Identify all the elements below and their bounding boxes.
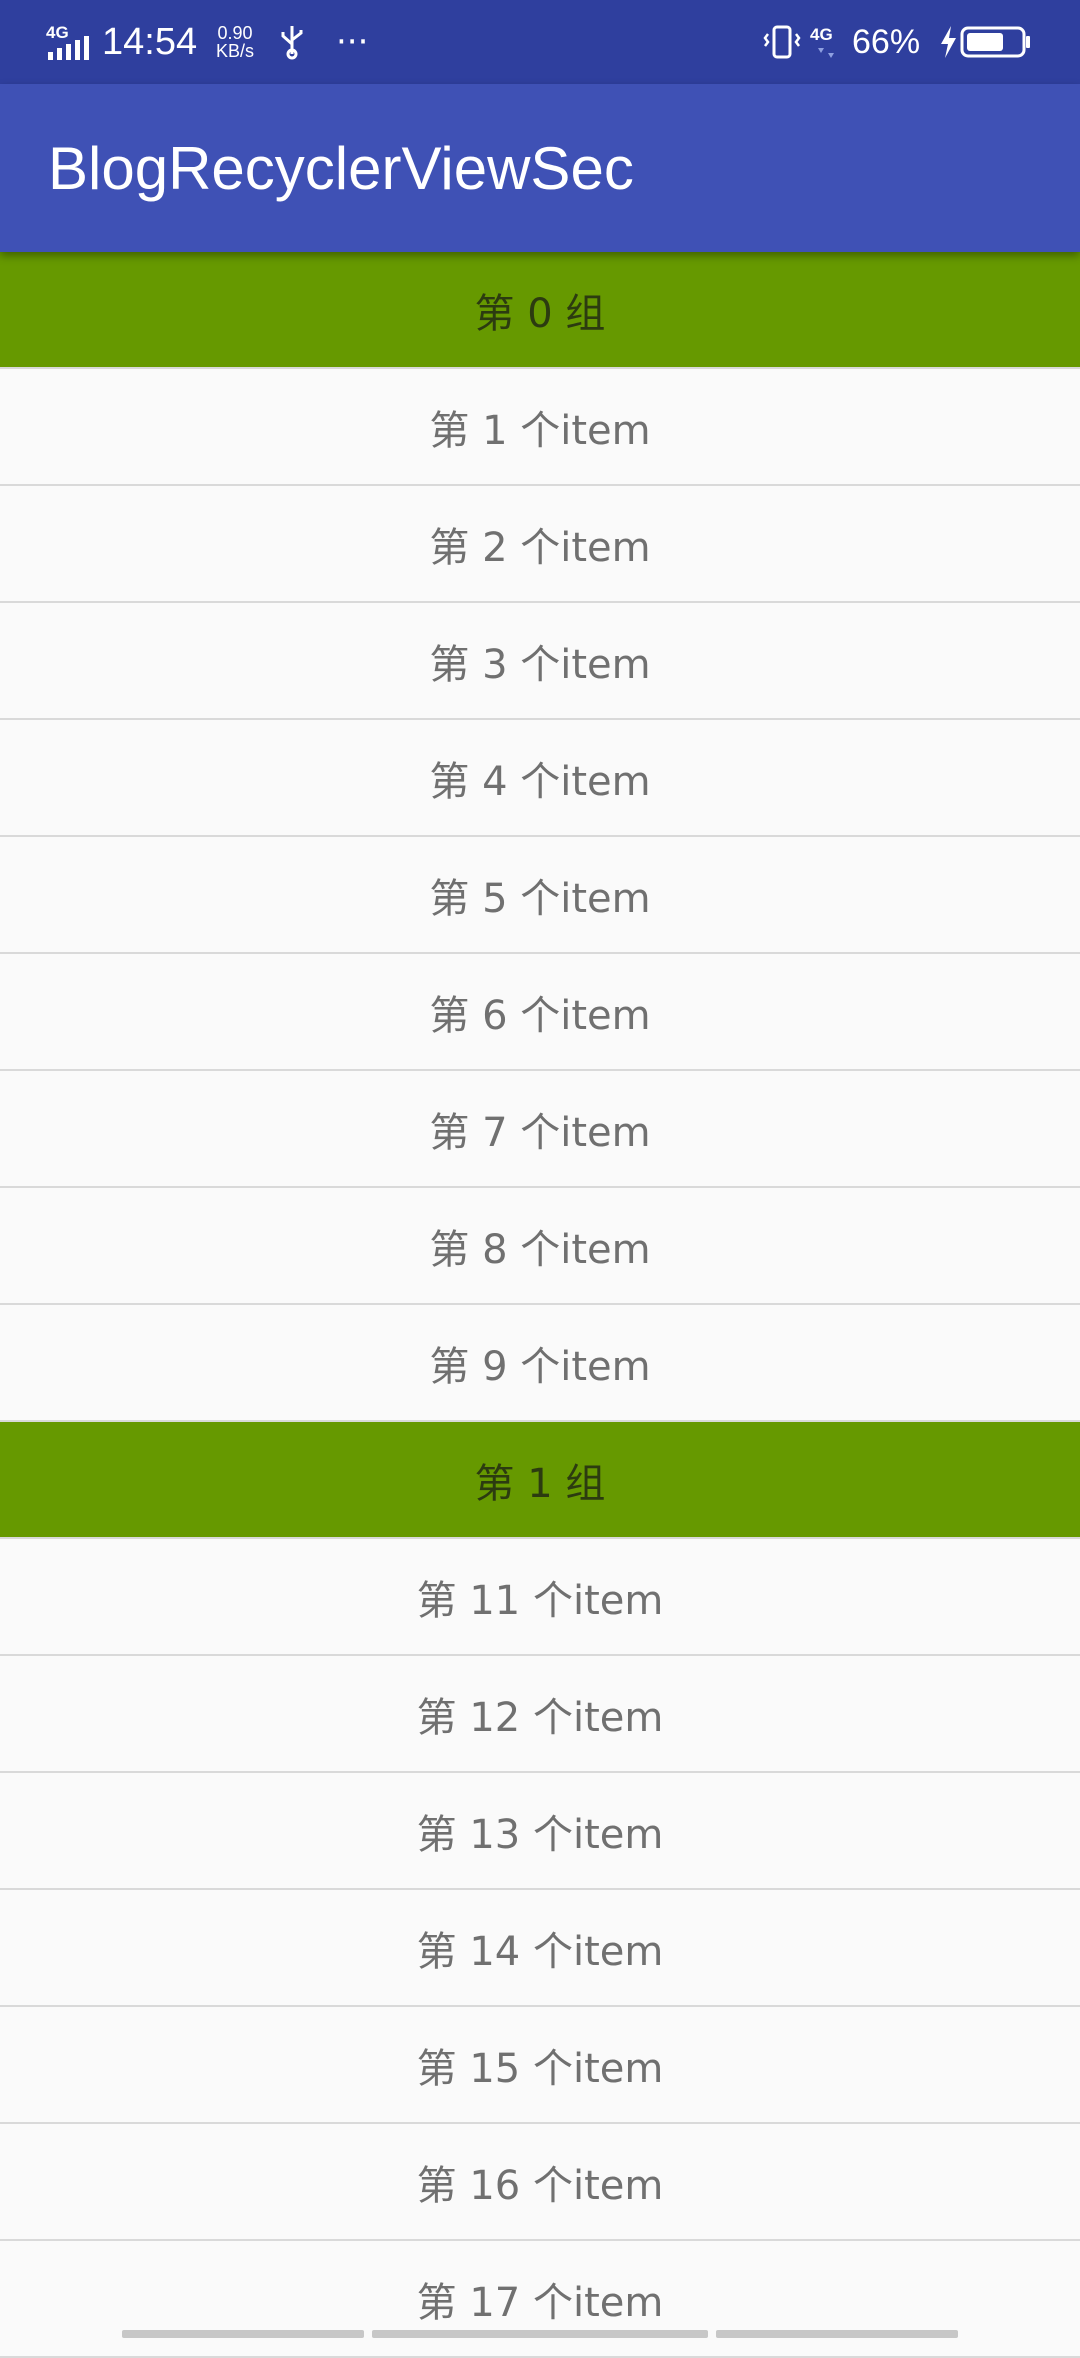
network-speed: 0.90 KB/s [216,0,254,84]
list-item[interactable]: 第 7 个item [0,1071,1080,1188]
scroll-indicator [716,2330,958,2338]
list-item-label: 第 2 个item [429,524,651,571]
section-header: 第 1 组 [0,1422,1080,1539]
battery-icon [960,0,1032,84]
app-bar: BlogRecyclerViewSec [0,84,1080,252]
list-item[interactable]: 第 15 个item [0,2007,1080,2124]
list-item[interactable]: 第 2 个item [0,486,1080,603]
list-item-label: 第 6 个item [429,992,651,1039]
list-item[interactable]: 第 4 个item [0,720,1080,837]
list-item[interactable]: 第 1 个item [0,369,1080,486]
list-item-label: 第 12 个item [416,1694,664,1741]
section-header-label: 第 1 组 [474,1460,606,1507]
list-item-label: 第 8 个item [429,1226,651,1273]
charging-icon [938,0,958,84]
scroll-indicator [122,2330,364,2338]
battery-percent: 66% [852,22,921,61]
list-item[interactable]: 第 8 个item [0,1188,1080,1305]
list-item[interactable]: 第 6 个item [0,954,1080,1071]
list-item-label: 第 11 个item [416,1577,664,1624]
section-header-label: 第 0 组 [474,290,606,337]
data-icon: 4G [808,0,844,84]
list-item[interactable]: 第 11 个item [0,1539,1080,1656]
list-item[interactable]: 第 17 个item [0,2241,1080,2358]
list-item-label: 第 14 个item [416,1928,664,1975]
app-title: BlogRecyclerViewSec [48,134,634,202]
list-item[interactable]: 第 5 个item [0,837,1080,954]
list-item-label: 第 13 个item [416,1811,664,1858]
signal-icon: 4G [46,0,94,84]
usb-icon [278,0,306,84]
list-item-label: 第 16 个item [416,2162,664,2209]
scroll-indicator [372,2330,708,2338]
status-bar: 4G 14:54 0.90 KB/s ··· 4G 66% [0,0,1080,84]
more-icon: ··· [336,22,369,62]
list-item-label: 第 9 个item [429,1343,651,1390]
network-label: 4G [46,23,69,42]
network-label-right: 4G [810,25,833,44]
speed-value: 0.90 [217,23,253,43]
list-item-label: 第 4 个item [429,758,651,805]
list-item[interactable]: 第 9 个item [0,1305,1080,1422]
recycler-list[interactable]: 第 0 组第 1 个item 第 2 个item 第 3 个item 第 4 个ite… [0,252,1080,2358]
list-item-label: 第 5 个item [429,875,651,922]
list-item-label: 第 3 个item [429,641,651,688]
list-item[interactable]: 第 14 个item [0,1890,1080,2007]
section-header: 第 0 组 [0,252,1080,369]
list-item-label: 第 1 个item [429,407,651,454]
vibrate-icon [762,0,802,84]
list-item-label: 第 17 个item [416,2279,664,2326]
list-item[interactable]: 第 16 个item [0,2124,1080,2241]
list-item[interactable]: 第 12 个item [0,1656,1080,1773]
list-item-label: 第 7 个item [429,1109,651,1156]
clock: 14:54 [102,20,198,63]
list-item[interactable]: 第 3 个item [0,603,1080,720]
list-item[interactable]: 第 13 个item [0,1773,1080,1890]
speed-unit: KB/s [216,41,255,61]
list-item-label: 第 15 个item [416,2045,664,2092]
